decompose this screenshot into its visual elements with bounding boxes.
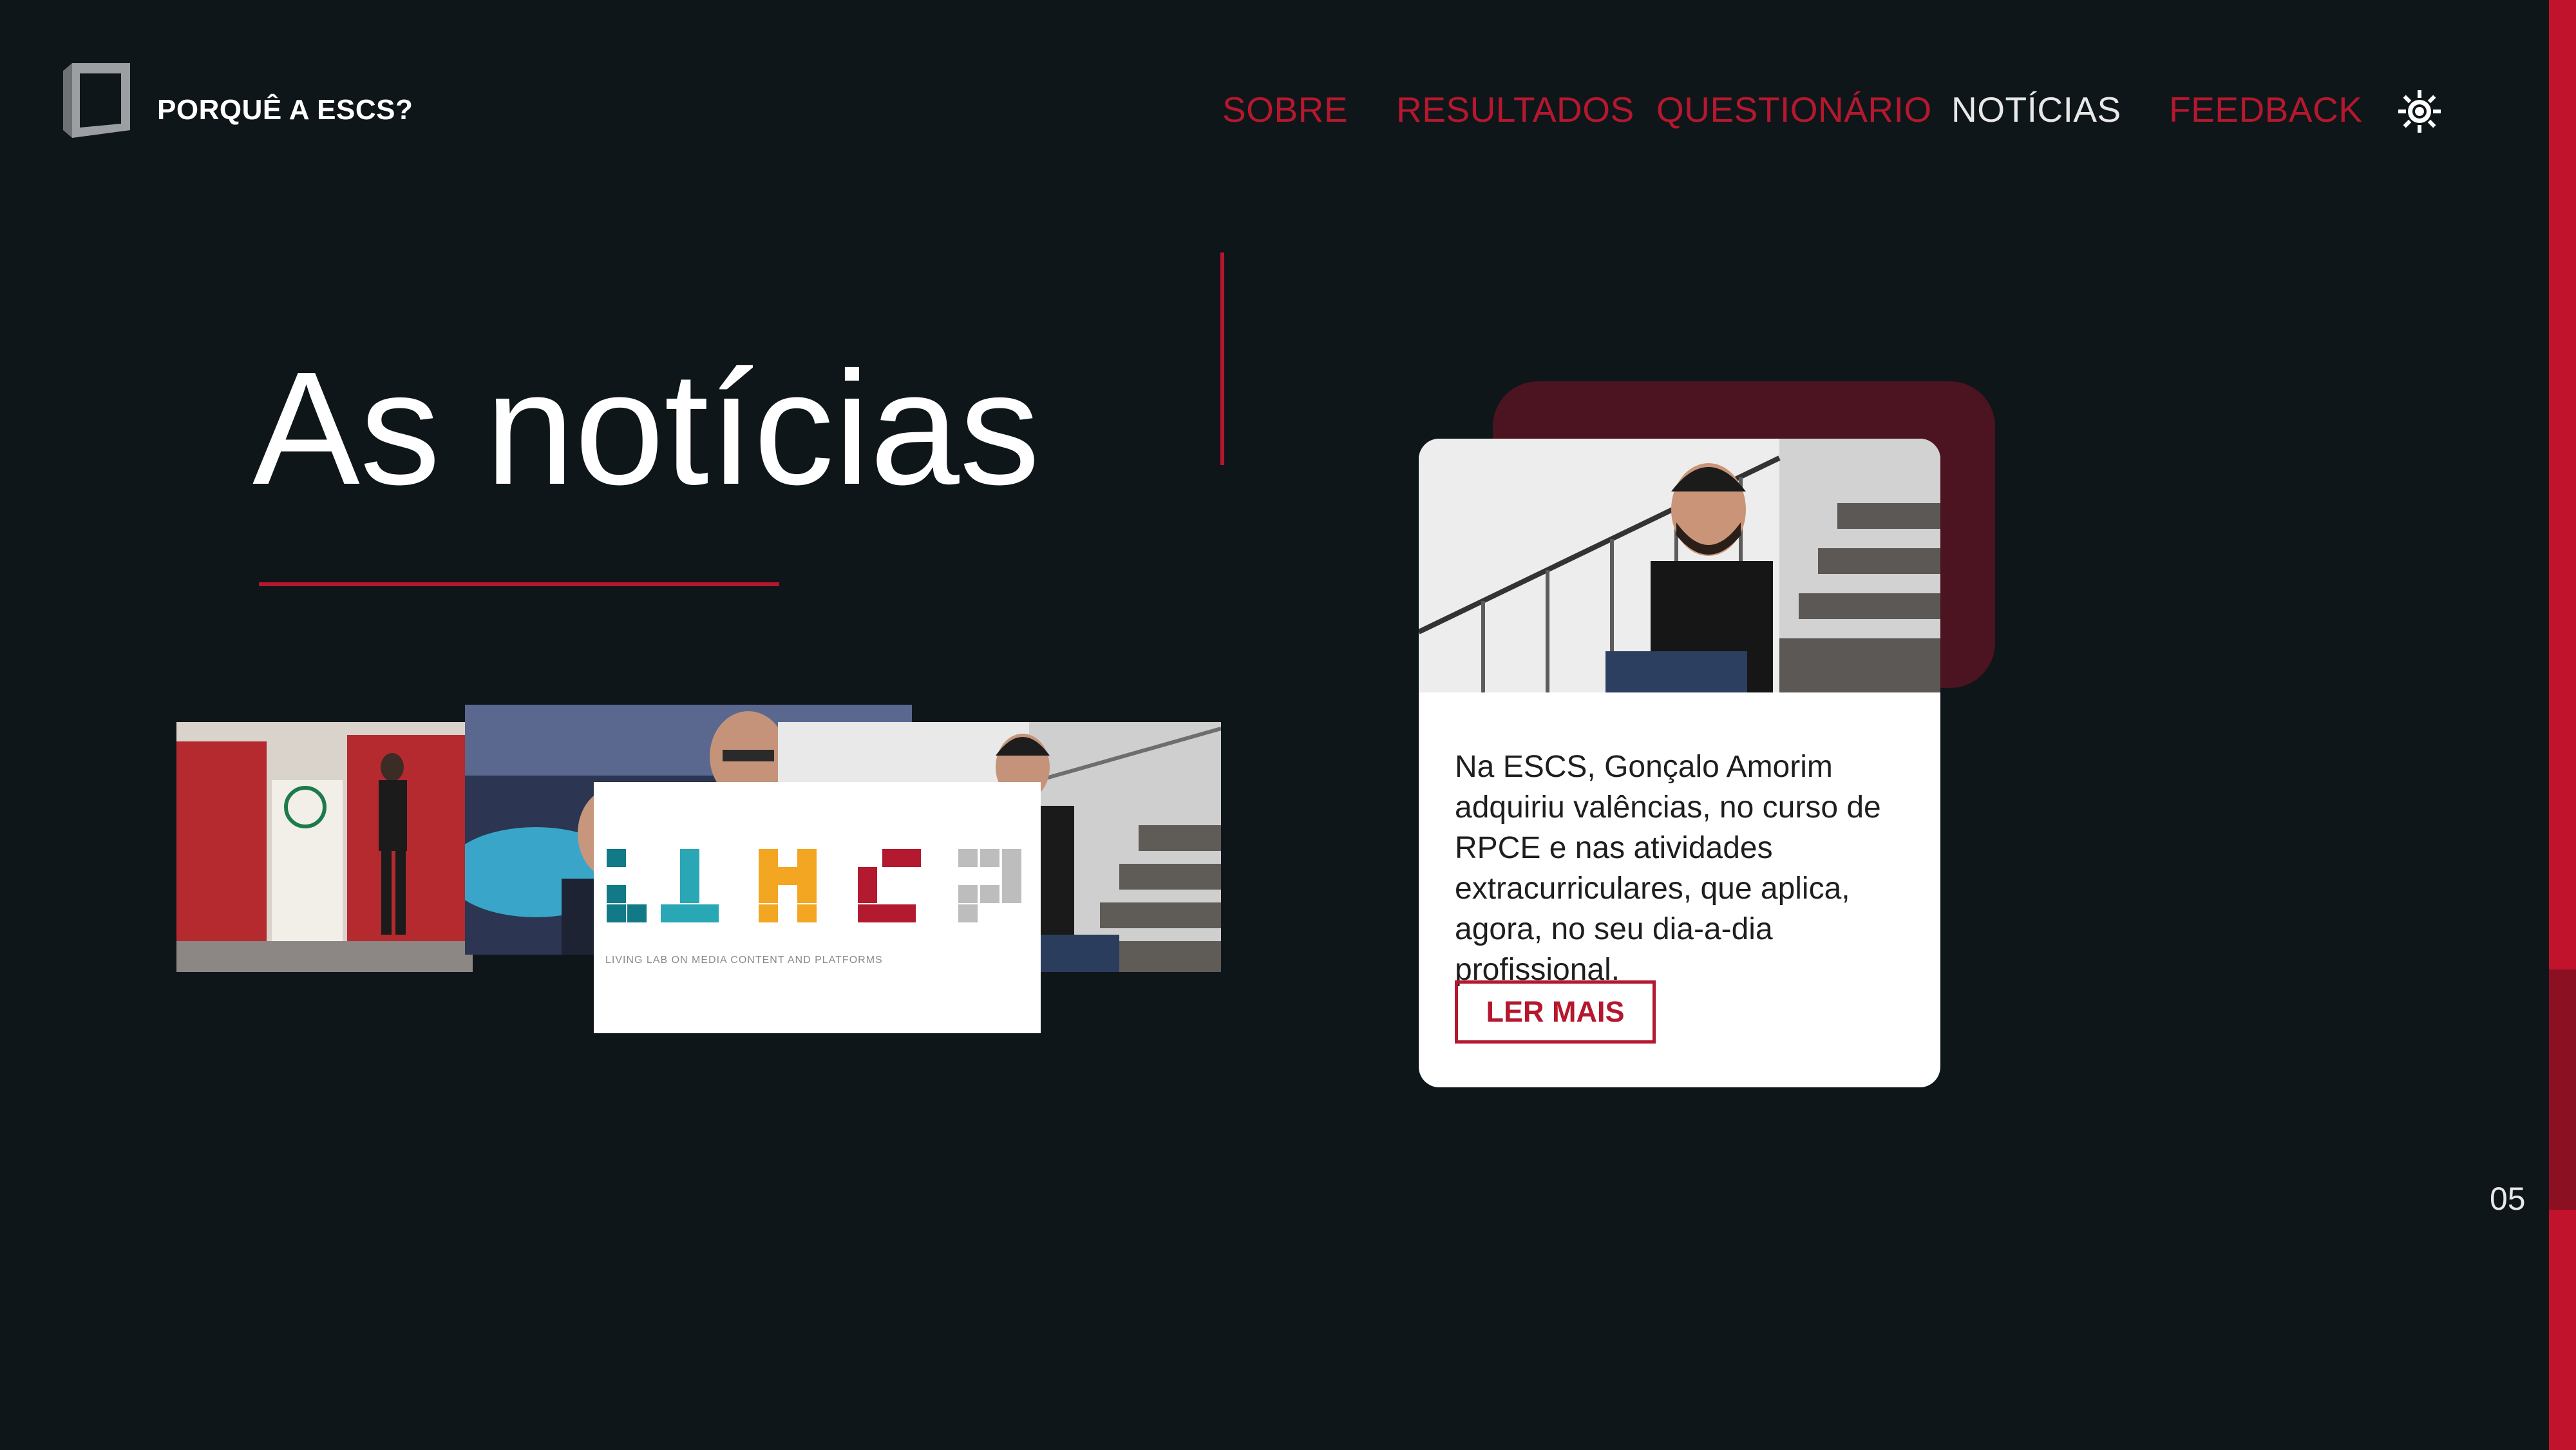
read-more-button[interactable]: LER MAIS [1455, 980, 1656, 1044]
vertical-divider [1220, 253, 1224, 465]
card-summary: Na ESCS, Gonçalo Amorim adquiriu valênci… [1455, 750, 1881, 987]
news-thumbnail-conference[interactable] [176, 722, 473, 972]
news-card[interactable]: Na ESCS, Gonçalo Amorim adquiriu valênci… [1419, 439, 1940, 1087]
logo-caption: LIVING LAB ON MEDIA CONTENT AND PLATFORM… [605, 955, 883, 966]
news-thumbnail-labcom[interactable]: LIVING LAB ON MEDIA CONTENT AND PLATFORM… [594, 782, 1041, 1033]
nav-item-resultados[interactable]: RESULTADOS [1396, 89, 1634, 130]
living-lab-logo [594, 782, 1041, 1033]
sun-icon[interactable] [2397, 89, 2442, 134]
conference-photo [176, 722, 473, 972]
card-photo [1419, 439, 1940, 692]
page-title: As notícias [252, 338, 1040, 518]
page-progress-indicator[interactable] [2549, 969, 2576, 1210]
nav-item-sobre[interactable]: SOBRE [1222, 89, 1348, 130]
escs-logo-icon[interactable] [63, 63, 130, 138]
nav-item-questionario[interactable]: QUESTIONÁRIO [1656, 89, 1932, 130]
right-accent-strip [2549, 0, 2576, 1450]
nav-item-noticias[interactable]: NOTÍCIAS [1951, 89, 2121, 130]
page-number: 05 [2490, 1181, 2526, 1217]
site-brand[interactable]: PORQUÊ A ESCS? [157, 94, 413, 126]
nav-item-feedback[interactable]: FEEDBACK [2169, 89, 2362, 130]
title-underline [259, 582, 779, 586]
